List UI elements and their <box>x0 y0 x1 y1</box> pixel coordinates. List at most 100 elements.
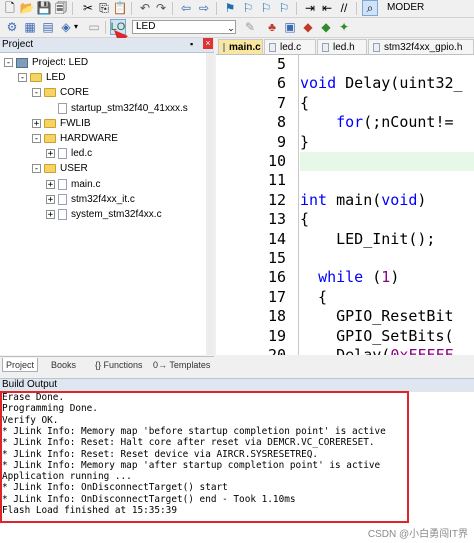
tab-books-label: Books <box>51 360 77 370</box>
rebuild-icon[interactable]: ▤ <box>40 19 56 35</box>
file-icon <box>58 209 67 220</box>
select-packs-icon[interactable]: ◆ <box>300 19 316 35</box>
save-icon[interactable]: 💾 <box>36 0 52 16</box>
nav-forward-icon[interactable]: ⇨ <box>196 0 212 16</box>
cut-icon[interactable]: ✂ <box>80 0 96 16</box>
bookmark-prev-icon[interactable]: ⚐ <box>240 0 256 16</box>
build-icon[interactable]: ▦ <box>22 19 38 35</box>
code-line: for(;nCount!= <box>336 113 454 132</box>
line-number-gutter: 5 6 7 8 9 10 11 12 13 14 15 16 17 18 19 20 <box>216 55 298 355</box>
tree-item-label: stm32f4xx_it.c <box>71 193 135 205</box>
tree-folder-item[interactable]: - LED <box>18 71 65 84</box>
tab-stm32f4xx-gpio-h[interactable]: stm32f4xx_gpio.h <box>368 39 474 54</box>
line-number: 10 <box>267 152 286 170</box>
target-options-icon[interactable]: ✎ <box>242 19 258 35</box>
code-line: { <box>300 287 328 306</box>
translate-icon[interactable]: ⚙ <box>4 19 20 35</box>
collapse-icon[interactable]: - <box>32 164 41 174</box>
tree-file-item[interactable]: + system_stm32f4xx.c <box>46 208 162 221</box>
bookmark-clear-icon[interactable]: ⚐ <box>276 0 292 16</box>
tree-vscrollbar[interactable] <box>206 53 214 355</box>
tree-item-label: main.c <box>71 178 101 190</box>
nav-back-icon[interactable]: ⇦ <box>178 0 194 16</box>
undo-icon[interactable]: ↶ <box>137 0 153 16</box>
comment-icon[interactable]: // <box>336 0 352 16</box>
tree-item-label: USER <box>60 163 88 175</box>
collapse-icon[interactable]: - <box>18 73 27 83</box>
unindent-icon[interactable]: ⇤ <box>319 0 335 16</box>
file-icon <box>322 42 329 52</box>
find-icon[interactable]: ⌕ <box>362 0 378 16</box>
toolbar-build: ⚙ ▦ ▤ ◈ ▾ ▭ LO LED ⌄ ✎ ♣ ▣ ◆ ◆ ✦ <box>0 18 474 38</box>
tree-folder-item[interactable]: - USER <box>32 162 88 175</box>
tree-file-item[interactable]: + stm32f4xx_it.c <box>46 193 135 206</box>
code-line: GPIO_ResetBit <box>300 307 454 326</box>
save-all-icon[interactable]: 🗐 <box>53 0 69 16</box>
line-number: 13 <box>267 210 286 229</box>
bookmark-next-icon[interactable]: ⚐ <box>258 0 274 16</box>
tab-templates-label: 0→ Templates <box>153 360 211 370</box>
tab-functions-label: {} Functions <box>95 360 143 370</box>
tab-led-c[interactable]: led.c <box>264 39 316 54</box>
file-icon <box>269 42 276 52</box>
file-icon <box>58 193 67 205</box>
expand-icon[interactable]: + <box>46 179 55 189</box>
open-icon[interactable]: 📂 <box>19 0 35 16</box>
tree-folder-item[interactable]: - CORE <box>32 86 89 99</box>
project-pane-title: Project <box>2 39 34 50</box>
moder-label[interactable]: MODER <box>387 2 424 13</box>
collapse-icon[interactable]: - <box>4 58 13 68</box>
toolbar-top: 🗋 📂 💾 🗐 ✂ ⎘ 📋 ↶ ↷ ⇦ ⇨ ⚑ ⚐ ⚐ ⚐ ⇥ ⇤ // ⌕ M… <box>0 0 474 18</box>
line-number: 14 <box>267 229 286 248</box>
expand-icon[interactable]: + <box>32 118 41 128</box>
collapse-icon[interactable]: - <box>32 88 41 98</box>
tab-led-c-label: led.c <box>280 41 302 53</box>
new-file-icon[interactable]: 🗋 <box>2 0 18 16</box>
bookmark-icon[interactable]: ⚑ <box>222 0 238 16</box>
watermark: CSDN @小白勇闯IT界 <box>367 529 468 540</box>
toolbar-separator <box>105 21 106 34</box>
tab-main-c[interactable]: main.c <box>218 39 263 54</box>
line-number: 7 <box>276 93 286 112</box>
chevron-down-icon[interactable]: ⌄ <box>226 20 236 36</box>
file-icon <box>58 148 67 160</box>
file-extensions-icon[interactable]: ▣ <box>282 19 298 35</box>
pin-icon[interactable]: ▪ <box>190 39 193 49</box>
tab-functions[interactable]: {} Functions <box>92 358 146 372</box>
line-number: 18 <box>267 307 286 326</box>
code-line: int main(void) <box>300 190 427 209</box>
tree-item-label: LED <box>46 72 66 84</box>
rte-icon[interactable]: ✦ <box>336 19 352 35</box>
tab-books[interactable]: Books <box>48 358 79 372</box>
tab-stm32f4xx-gpio-h-label: stm32f4xx_gpio.h <box>384 41 463 53</box>
tab-project[interactable]: Project <box>2 358 39 372</box>
line-number: 17 <box>267 287 286 306</box>
stop-build-icon[interactable]: ▭ <box>86 19 102 35</box>
code-line: GPIO_SetBits( <box>300 326 454 345</box>
collapse-icon[interactable]: - <box>32 134 41 144</box>
redo-icon[interactable]: ↷ <box>153 0 169 16</box>
tab-led-h[interactable]: led.h <box>317 39 367 54</box>
tab-templates[interactable]: 0→ Templates <box>150 358 213 372</box>
tree-file-item[interactable]: startup_stm32f40_41xxx.s <box>46 102 188 115</box>
indent-icon[interactable]: ⇥ <box>302 0 318 16</box>
tree-item-label: led.c <box>71 148 93 160</box>
tree-folder-item[interactable]: - HARDWARE <box>32 132 118 145</box>
tree-folder-item[interactable]: + FWLIB <box>32 117 91 130</box>
pack-installer-icon[interactable]: ◆ <box>318 19 334 35</box>
tree-project-item[interactable]: - Project: LED <box>4 56 88 69</box>
expand-icon[interactable]: + <box>46 194 55 204</box>
code-editor[interactable]: 5 6 7 8 9 10 11 12 13 14 15 16 17 18 19 20 void Delay(u… <box>216 55 474 355</box>
expand-icon[interactable]: + <box>46 210 55 220</box>
tree-file-item[interactable]: + main.c <box>46 178 100 191</box>
paste-icon[interactable]: 📋 <box>112 0 128 16</box>
code-line: { <box>300 210 310 229</box>
manage-components-icon[interactable]: ♣ <box>264 19 280 35</box>
expand-icon[interactable]: + <box>46 149 55 159</box>
dropdown-arrow-icon[interactable]: ▾ <box>72 19 80 35</box>
close-icon[interactable]: × <box>203 38 213 49</box>
line-number: 20 <box>267 346 286 355</box>
copy-icon[interactable]: ⎘ <box>96 0 112 16</box>
tree-file-item[interactable]: + led.c <box>46 147 92 160</box>
file-icon <box>58 102 67 114</box>
